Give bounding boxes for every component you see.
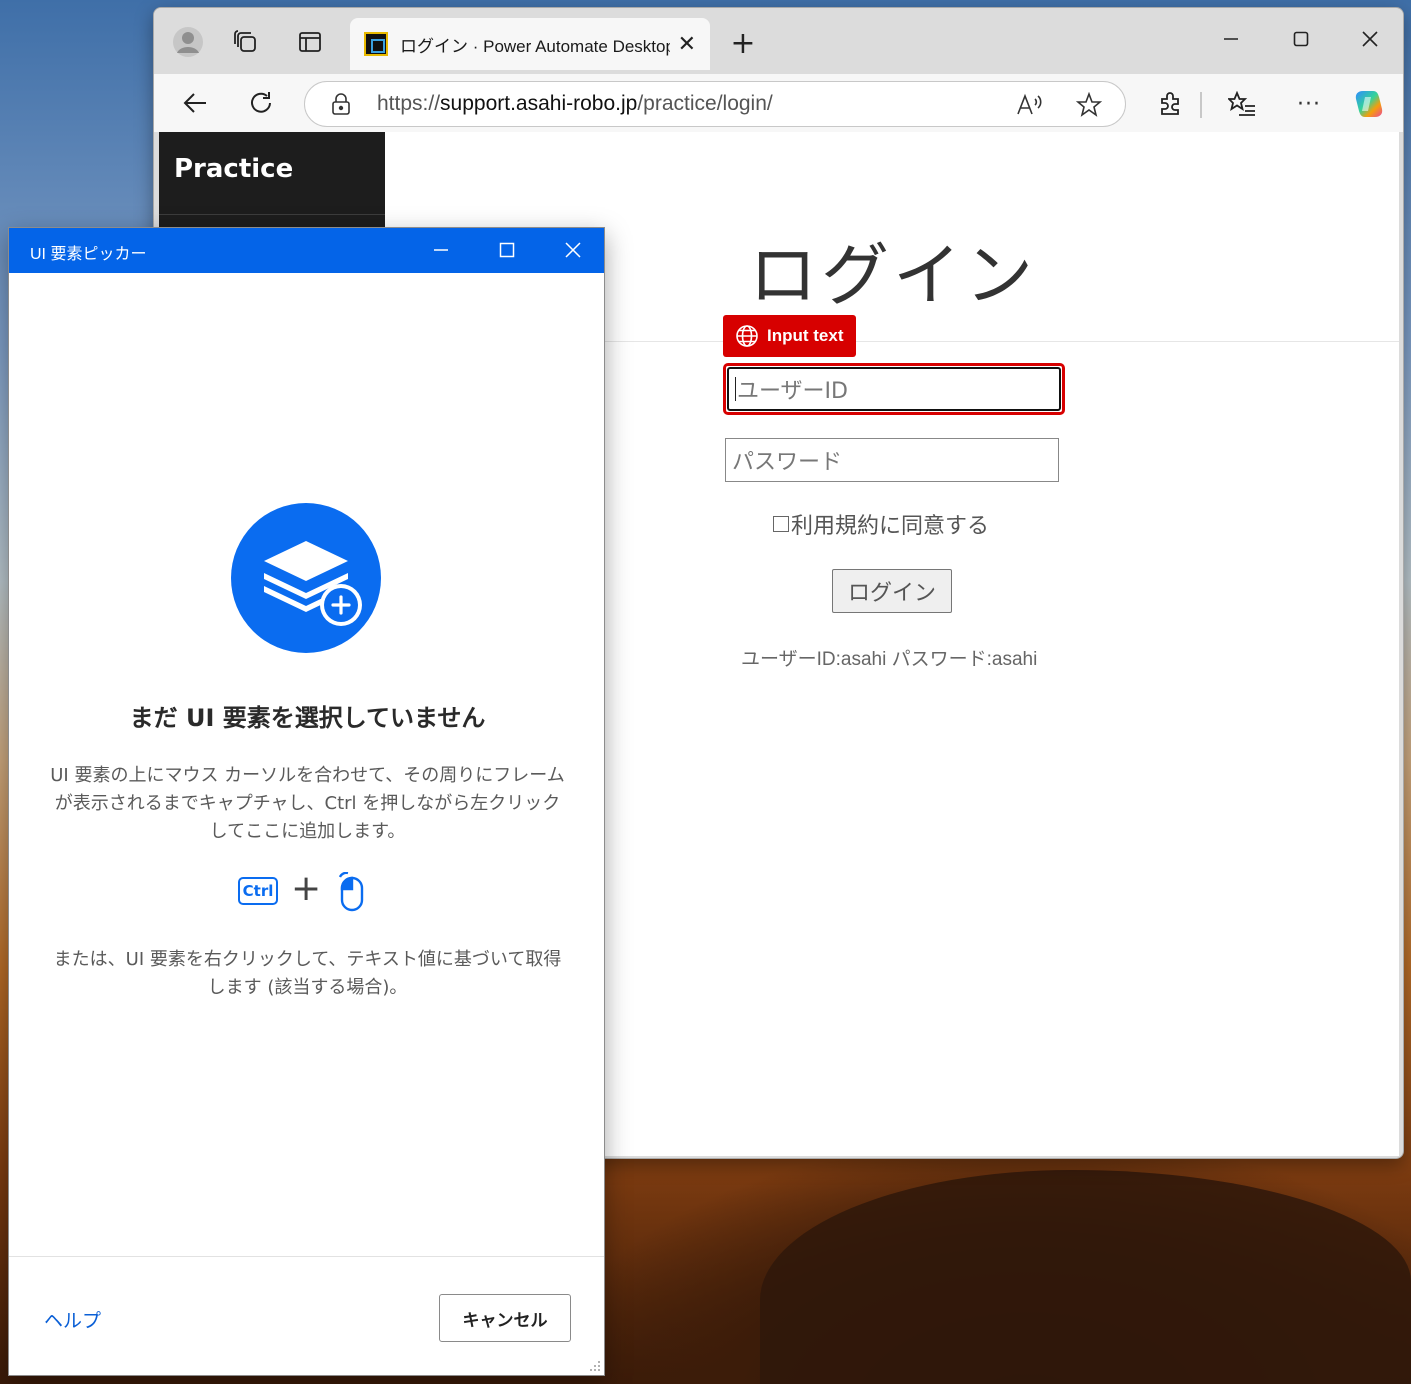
badge-label: Input text — [767, 326, 844, 345]
url-text[interactable]: https://support.asahi-robo.jp/practice/l… — [377, 92, 773, 116]
agree-checkbox[interactable] — [773, 516, 789, 532]
close-icon[interactable]: ✕ — [678, 32, 696, 57]
sidebar-brand[interactable]: Practice — [174, 154, 293, 184]
workspaces-icon[interactable] — [230, 26, 262, 58]
picker-title: UI 要素ピッカー — [30, 246, 147, 263]
star-icon[interactable] — [1075, 91, 1103, 119]
copilot-icon[interactable] — [1353, 88, 1385, 120]
tab-title: ログイン · Power Automate Desktop — [400, 37, 670, 56]
minimize-button[interactable] — [1208, 22, 1254, 56]
input-text-badge: Input text — [723, 315, 856, 357]
puzzle-icon[interactable] — [1154, 88, 1186, 120]
lock-icon[interactable] — [331, 93, 351, 115]
tab-login[interactable]: ログイン · Power Automate Desktop ✕ — [350, 18, 710, 70]
password-placeholder: パスワード — [732, 450, 843, 475]
page-title: ログイン — [749, 237, 1038, 316]
toolbar-divider — [1200, 92, 1202, 118]
cancel-button[interactable]: キャンセル — [439, 1294, 571, 1342]
close-window-button[interactable] — [1347, 22, 1393, 56]
globe-icon — [736, 325, 758, 347]
profile-icon[interactable] — [170, 24, 206, 60]
tab-strip: ログイン · Power Automate Desktop ✕ + — [154, 8, 1403, 76]
help-link[interactable]: ヘルプ — [44, 1306, 101, 1333]
ui-element-picker-window: UI 要素ピッカー まだ UI 要素を選択していません UI 要素の上にマウス … — [8, 227, 605, 1376]
text-caret — [735, 377, 736, 401]
picker-footer-divider — [9, 1256, 604, 1257]
picker-title-bar[interactable]: UI 要素ピッカー — [9, 228, 604, 273]
favorites-list-icon[interactable] — [1226, 88, 1258, 120]
ctrl-click-hint: Ctrl + — [238, 868, 378, 914]
agree-label: 利用規約に同意する — [791, 514, 990, 539]
credentials-hint: ユーザーID:asahi パスワード:asahi — [741, 649, 1038, 670]
agree-terms[interactable]: 利用規約に同意する — [773, 508, 989, 540]
picker-instructions: UI 要素の上にマウス カーソルを合わせて、その周りにフレームが表示されるまでキ… — [50, 765, 565, 842]
maximize-button[interactable] — [1278, 22, 1324, 56]
address-bar[interactable]: https://support.asahi-robo.jp/practice/l… — [304, 81, 1126, 127]
url-scheme: https:// — [377, 92, 441, 115]
empty-state-title: まだ UI 要素を選択していません — [129, 704, 486, 732]
resize-grip-icon[interactable] — [589, 1360, 601, 1372]
picker-alt-instructions: または、UI 要素を右クリックして、テキスト値に基づいて取得します (該当する場… — [53, 949, 562, 998]
mouse-left-click-icon — [338, 872, 364, 912]
back-arrow-icon[interactable] — [179, 87, 211, 119]
password-input[interactable]: パスワード — [725, 438, 1059, 482]
picker-close-button[interactable] — [553, 234, 593, 266]
url-path: /practice/login/ — [637, 92, 773, 115]
add-layers-icon — [231, 503, 381, 653]
plus-icon: + — [291, 868, 322, 909]
more-icon[interactable]: ··· — [1293, 88, 1325, 120]
sidebar-divider — [159, 214, 385, 215]
picker-maximize-button[interactable] — [487, 234, 527, 266]
userid-input[interactable]: ユーザーID — [727, 367, 1061, 411]
plus-icon[interactable]: + — [724, 24, 762, 62]
ctrl-key-icon: Ctrl — [238, 877, 278, 905]
read-aloud-icon[interactable] — [1015, 91, 1043, 119]
url-host: support.asahi-robo.jp — [440, 92, 638, 115]
picker-minimize-button[interactable] — [421, 234, 461, 266]
userid-placeholder: ユーザーID — [737, 379, 848, 404]
navigation-toolbar: https://support.asahi-robo.jp/practice/l… — [154, 74, 1403, 132]
login-button[interactable]: ログイン — [832, 569, 952, 613]
refresh-icon[interactable] — [245, 87, 277, 119]
tab-actions-icon[interactable] — [294, 26, 326, 58]
asahi-robo-favicon — [364, 32, 388, 56]
